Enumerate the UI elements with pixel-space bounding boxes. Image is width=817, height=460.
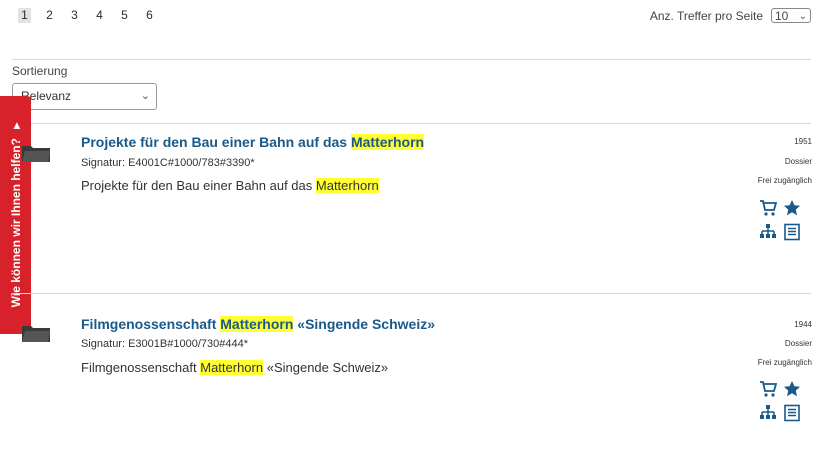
sort-label: Sortierung [12, 64, 68, 78]
page-2-link[interactable]: 2 [43, 8, 56, 23]
result-description: Projekte für den Bau einer Bahn auf das … [81, 178, 379, 193]
folder-icon [22, 146, 50, 162]
result-year: 1951 [794, 137, 812, 146]
search-highlight: Matterhorn [200, 360, 264, 375]
chevron-down-icon: ⌄ [140, 90, 150, 102]
cart-icon[interactable] [759, 199, 778, 217]
pagination: 1 2 3 4 5 6 [18, 8, 168, 23]
result-title-link[interactable]: Projekte für den Bau einer Bahn auf das … [81, 134, 425, 150]
page-6-link[interactable]: 6 [143, 8, 156, 23]
result-access: Frei zugänglich [757, 358, 812, 367]
result-signature: Signatur: E4001C#1000/783#3390* [81, 157, 255, 169]
result-description-text: Filmgenossenschaft [81, 360, 201, 375]
page-5-link[interactable]: 5 [118, 8, 131, 23]
result-description: Filmgenossenschaft Matterhorn «Singende … [81, 360, 388, 375]
folder-icon [22, 326, 50, 342]
hierarchy-icon[interactable] [759, 404, 777, 422]
result-signature: Signatur: E3001B#1000/730#444* [81, 338, 248, 350]
details-list-icon[interactable] [783, 223, 801, 241]
page-4-link[interactable]: 4 [93, 8, 106, 23]
hits-per-page-value: 10 [775, 9, 789, 23]
result-description-text: «Singende Schweiz» [263, 360, 389, 375]
result-title-text: Filmgenossenschaft [81, 316, 221, 332]
search-highlight: Matterhorn [315, 178, 379, 193]
star-icon[interactable] [783, 380, 801, 398]
hierarchy-icon[interactable] [759, 223, 777, 241]
result-actions [755, 199, 801, 241]
result-item: Filmgenossenschaft Matterhorn «Singende … [0, 304, 817, 444]
hits-per-page-select[interactable]: 10 ⌄ [771, 8, 811, 23]
hits-per-page-label: Anz. Treffer pro Seite [649, 8, 763, 23]
result-title-link[interactable]: Filmgenossenschaft Matterhorn «Singende … [81, 316, 435, 332]
search-highlight: Matterhorn [220, 316, 294, 332]
page-1-link[interactable]: 1 [18, 8, 31, 23]
star-icon[interactable] [783, 199, 801, 217]
result-level: Dossier [784, 339, 812, 348]
result-title-text: Projekte für den Bau einer Bahn auf das [81, 134, 351, 150]
divider [12, 59, 811, 60]
details-list-icon[interactable] [783, 404, 801, 422]
search-highlight: Matterhorn [350, 134, 425, 150]
result-item: Projekte für den Bau einer Bahn auf das … [0, 124, 817, 264]
result-actions [755, 380, 801, 422]
divider [12, 293, 811, 294]
cart-icon[interactable] [759, 380, 778, 398]
page-3-link[interactable]: 3 [68, 8, 81, 23]
result-description-text: Projekte für den Bau einer Bahn auf das [81, 178, 316, 193]
result-access: Frei zugänglich [757, 176, 812, 185]
sort-select[interactable]: Relevanz ⌄ [12, 83, 157, 110]
hits-per-page: Anz. Treffer pro Seite 10 ⌄ [650, 8, 811, 23]
result-title-text: «Singende Schweiz» [293, 316, 435, 332]
result-year: 1944 [794, 320, 812, 329]
result-level: Dossier [784, 157, 812, 166]
chevron-down-icon: ⌄ [798, 11, 807, 22]
